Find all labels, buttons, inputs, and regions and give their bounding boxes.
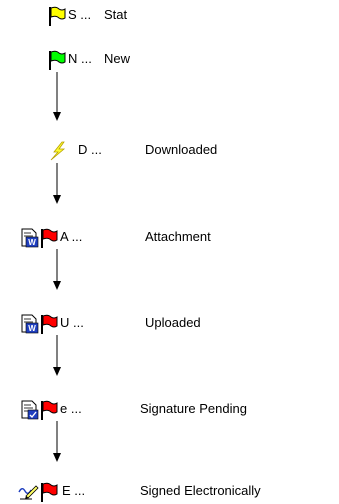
down-arrow-icon — [53, 421, 61, 462]
status-code: N ... — [68, 51, 92, 66]
status-label: Stat — [104, 7, 128, 22]
status-row-attachment: W A ... Attachment — [0, 226, 339, 248]
down-arrow-icon — [53, 72, 61, 121]
status-label: Signed Electronically — [140, 483, 261, 498]
svg-text:W: W — [28, 238, 36, 247]
status-code: E ... — [62, 483, 86, 498]
lightning-icon — [50, 141, 66, 161]
status-label: Downloaded — [145, 142, 218, 157]
down-arrow-icon — [53, 249, 61, 290]
status-row-signed-electronically: E ... Signed Electronically — [0, 480, 339, 502]
word-document-icon: W — [21, 228, 39, 248]
status-row-stat: S ... Stat — [0, 4, 339, 26]
yellow-flag-icon — [49, 6, 66, 26]
svg-text:W: W — [28, 324, 36, 333]
status-code: U ... — [60, 315, 84, 330]
signed-document-icon — [21, 400, 39, 420]
status-label: Signature Pending — [140, 401, 247, 416]
status-code: e ... — [60, 401, 82, 416]
red-flag-icon — [41, 228, 58, 248]
down-arrow-icon — [53, 163, 61, 204]
status-code: D ... — [78, 142, 102, 157]
word-document-icon: W — [21, 314, 39, 334]
red-flag-icon — [41, 400, 58, 420]
status-label: Attachment — [145, 229, 211, 244]
status-row-signature-pending: e ... Signature Pending — [0, 398, 339, 420]
down-arrow-icon — [53, 335, 61, 376]
status-code: S ... — [68, 7, 92, 22]
red-flag-icon — [41, 314, 58, 334]
status-label: New — [104, 51, 131, 66]
status-row-uploaded: W U ... Uploaded — [0, 312, 339, 334]
pen-signature-icon — [18, 485, 39, 500]
status-row-new: N ... New — [0, 48, 339, 70]
status-row-downloaded: D ... Downloaded — [0, 139, 339, 161]
status-code: A ... — [60, 229, 83, 244]
status-label: Uploaded — [145, 315, 201, 330]
red-flag-icon — [41, 482, 58, 502]
green-flag-icon — [49, 50, 66, 70]
